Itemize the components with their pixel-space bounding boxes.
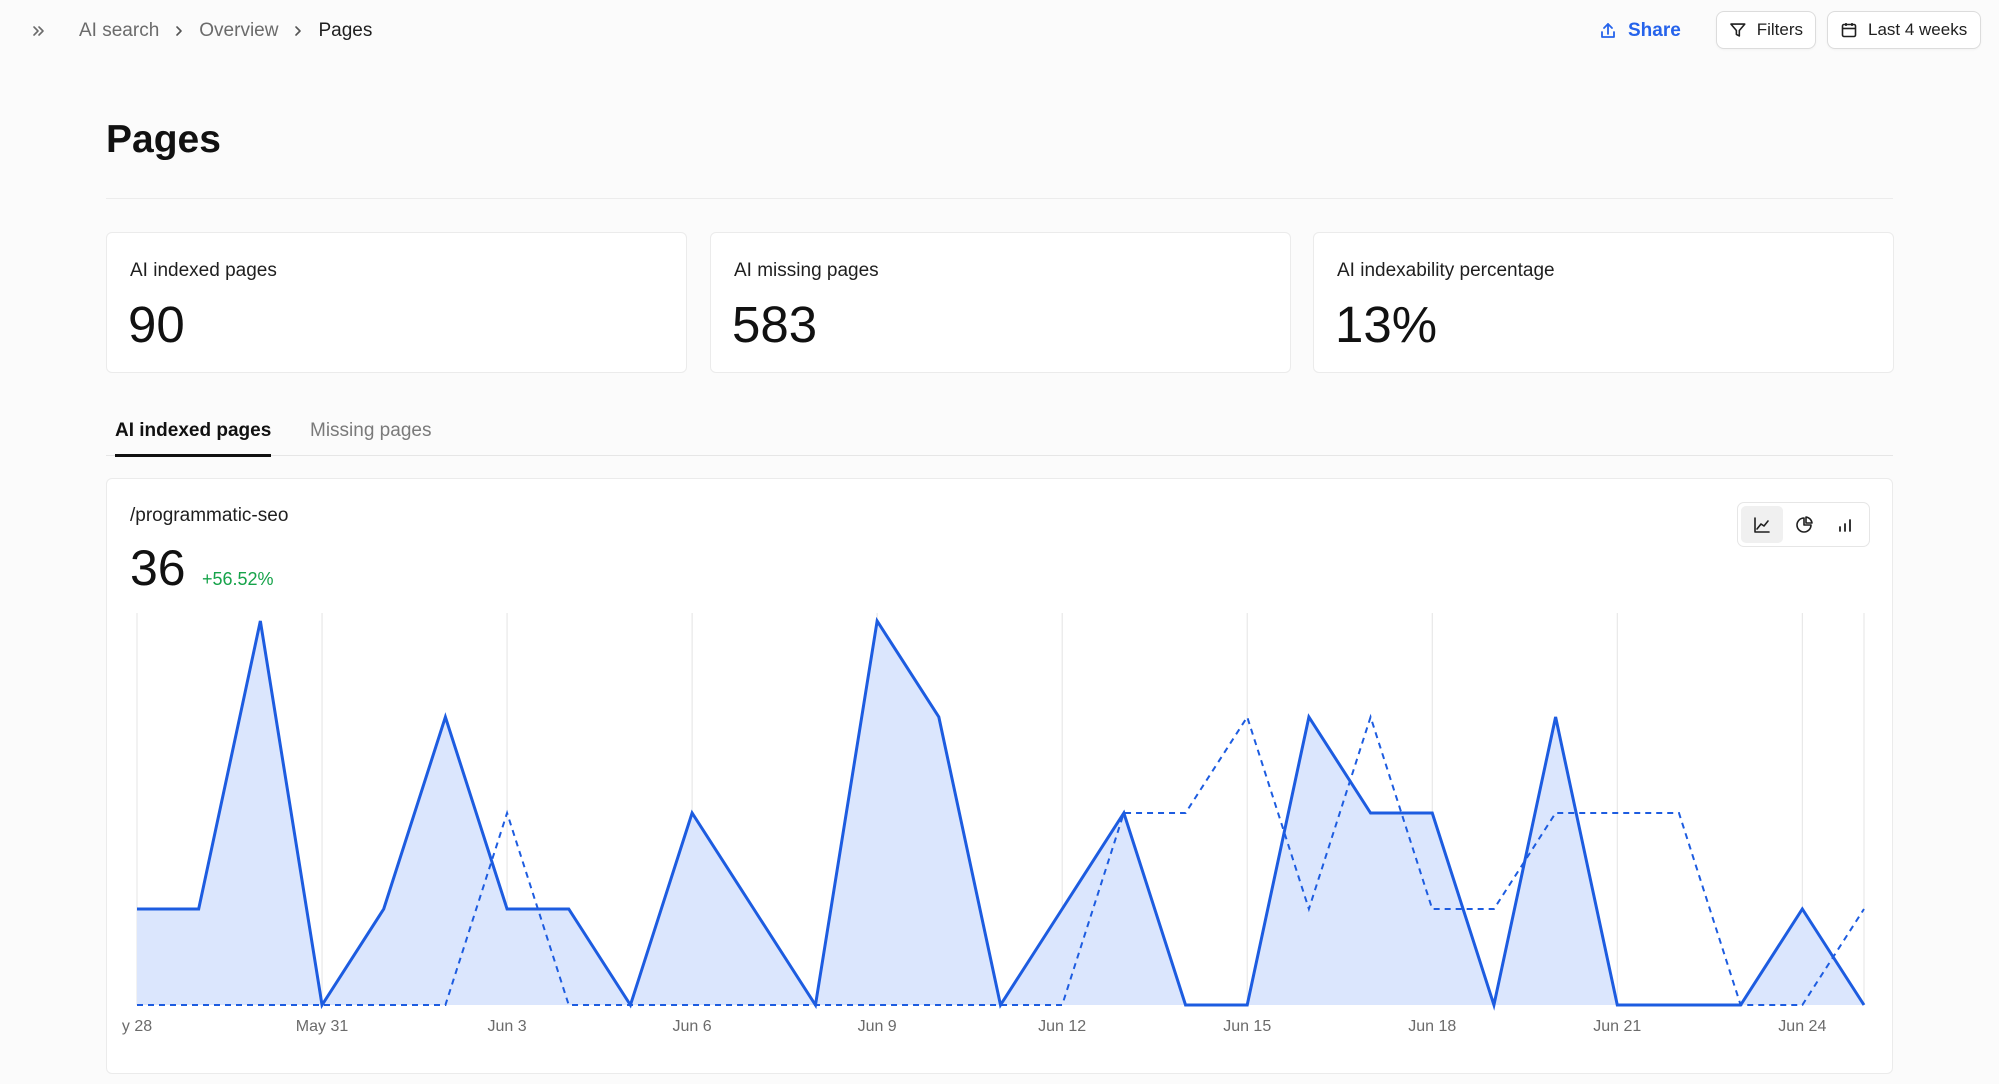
- data-point-dashed: [1615, 811, 1619, 815]
- stat-value: 583: [732, 296, 818, 353]
- calendar-icon: [1841, 23, 1857, 38]
- chevrons-right-icon: [33, 26, 44, 36]
- data-point-dashed: [1184, 811, 1188, 815]
- tab-bar: AI indexed pages Missing pages: [106, 414, 1893, 457]
- data-point-solid: [1492, 1003, 1496, 1007]
- data-point-solid: [443, 715, 447, 719]
- data-point-dashed: [1554, 811, 1558, 815]
- x-tick-label: May 31: [296, 1018, 349, 1035]
- x-tick-label: Jun 12: [1038, 1018, 1086, 1035]
- data-point-dashed: [690, 1003, 694, 1007]
- stat-card-indexability: AI indexability percentage 13%: [1313, 232, 1894, 373]
- x-tick-label: Jun 9: [858, 1018, 897, 1035]
- data-point-solid: [1430, 811, 1434, 815]
- stat-card-ai-missing: AI missing pages 583: [710, 232, 1291, 373]
- data-point-solid: [1245, 1003, 1249, 1007]
- data-point-dashed: [1677, 811, 1681, 815]
- data-point-dashed: [937, 1003, 941, 1007]
- data-point-dashed: [382, 1003, 386, 1007]
- breadcrumb-overview[interactable]: Overview: [199, 20, 278, 42]
- x-tick-label: Jun 21: [1593, 1018, 1641, 1035]
- data-point-dashed: [1122, 811, 1126, 815]
- stat-value: 13%: [1335, 296, 1438, 353]
- data-point-solid: [875, 619, 879, 623]
- data-point-dashed: [1739, 1003, 1743, 1007]
- data-point-dashed: [135, 1003, 139, 1007]
- data-point-solid: [197, 907, 201, 911]
- data-point-dashed: [813, 1003, 817, 1007]
- data-point-solid: [1554, 715, 1558, 719]
- data-point-solid: [1677, 1003, 1681, 1007]
- x-tick-label: y 28: [122, 1018, 152, 1035]
- breadcrumb: AI search Overview Pages: [79, 18, 372, 44]
- chevron-right-icon: [173, 25, 185, 37]
- data-point-dashed: [752, 1003, 756, 1007]
- stat-label: AI missing pages: [734, 260, 879, 281]
- data-point-solid: [1184, 1003, 1188, 1007]
- x-tick-label: Jun 18: [1408, 1018, 1456, 1035]
- share-button[interactable]: Share: [1598, 14, 1681, 48]
- breadcrumb-pages: Pages: [318, 20, 373, 41]
- x-tick-label: Jun 6: [673, 1018, 712, 1035]
- data-point-solid: [505, 907, 509, 911]
- data-point-dashed: [1492, 907, 1496, 911]
- data-point-dashed: [1245, 715, 1249, 719]
- data-point-dashed: [567, 1003, 571, 1007]
- tab-ai-indexed-pages[interactable]: AI indexed pages: [115, 420, 272, 457]
- filters-label: Filters: [1756, 20, 1803, 39]
- stat-label: AI indexed pages: [130, 260, 277, 281]
- data-point-dashed: [1862, 907, 1866, 911]
- divider: [106, 198, 1893, 199]
- data-point-solid: [1369, 811, 1373, 815]
- date-range-button[interactable]: Last 4 weeks: [1827, 11, 1981, 49]
- share-icon: [1601, 23, 1615, 38]
- share-label: Share: [1628, 20, 1681, 41]
- tab-missing-pages[interactable]: Missing pages: [310, 420, 431, 454]
- data-point-dashed: [999, 1003, 1003, 1007]
- data-point-solid: [1615, 1003, 1619, 1007]
- x-tick-label: Jun 24: [1778, 1018, 1826, 1035]
- data-point-dashed: [1060, 1003, 1064, 1007]
- chevron-right-icon: [292, 25, 304, 37]
- data-point-dashed: [320, 1003, 324, 1007]
- data-point-solid: [1307, 715, 1311, 719]
- data-point-solid: [752, 907, 756, 911]
- page-title: Pages: [106, 118, 221, 161]
- data-point-dashed: [1800, 1003, 1804, 1007]
- data-point-dashed: [443, 1003, 447, 1007]
- data-point-dashed: [1369, 715, 1373, 719]
- stat-label: AI indexability percentage: [1337, 260, 1555, 281]
- data-point-solid: [258, 619, 262, 623]
- stat-card-ai-indexed: AI indexed pages 90: [106, 232, 687, 373]
- data-point-dashed: [1307, 907, 1311, 911]
- stat-value: 90: [128, 296, 185, 353]
- chart-card: /programmatic-seo 36 +56.52% y 28 May 31 J…: [106, 478, 1893, 1074]
- top-bar: AI search Overview Pages Share Filters L…: [0, 0, 1999, 62]
- data-point-solid: [937, 715, 941, 719]
- data-point-solid: [382, 907, 386, 911]
- date-range-label: Last 4 weeks: [1868, 20, 1968, 39]
- x-tick-label: Jun 3: [488, 1018, 527, 1035]
- data-point-solid: [567, 907, 571, 911]
- data-point-solid: [135, 907, 139, 911]
- data-point-dashed: [628, 1003, 632, 1007]
- data-point-dashed: [258, 1003, 262, 1007]
- data-point-dashed: [197, 1003, 201, 1007]
- data-point-solid: [1862, 1003, 1866, 1007]
- filters-button[interactable]: Filters: [1716, 11, 1816, 49]
- data-point-solid: [1060, 907, 1064, 911]
- x-tick-label: Jun 15: [1223, 1018, 1271, 1035]
- data-point-dashed: [505, 811, 509, 815]
- data-point-dashed: [875, 1003, 879, 1007]
- expand-sidebar-button[interactable]: [26, 18, 52, 44]
- data-point-dashed: [1430, 907, 1434, 911]
- data-point-solid: [1800, 907, 1804, 911]
- data-point-solid: [690, 811, 694, 815]
- filter-icon: [1730, 23, 1746, 37]
- area-chart: y 28 May 31 Jun 3 Jun 6 Jun 9 Jun 12 Jun 15 Jun…: [122, 613, 1866, 1035]
- breadcrumb-ai-search[interactable]: AI search: [79, 20, 159, 42]
